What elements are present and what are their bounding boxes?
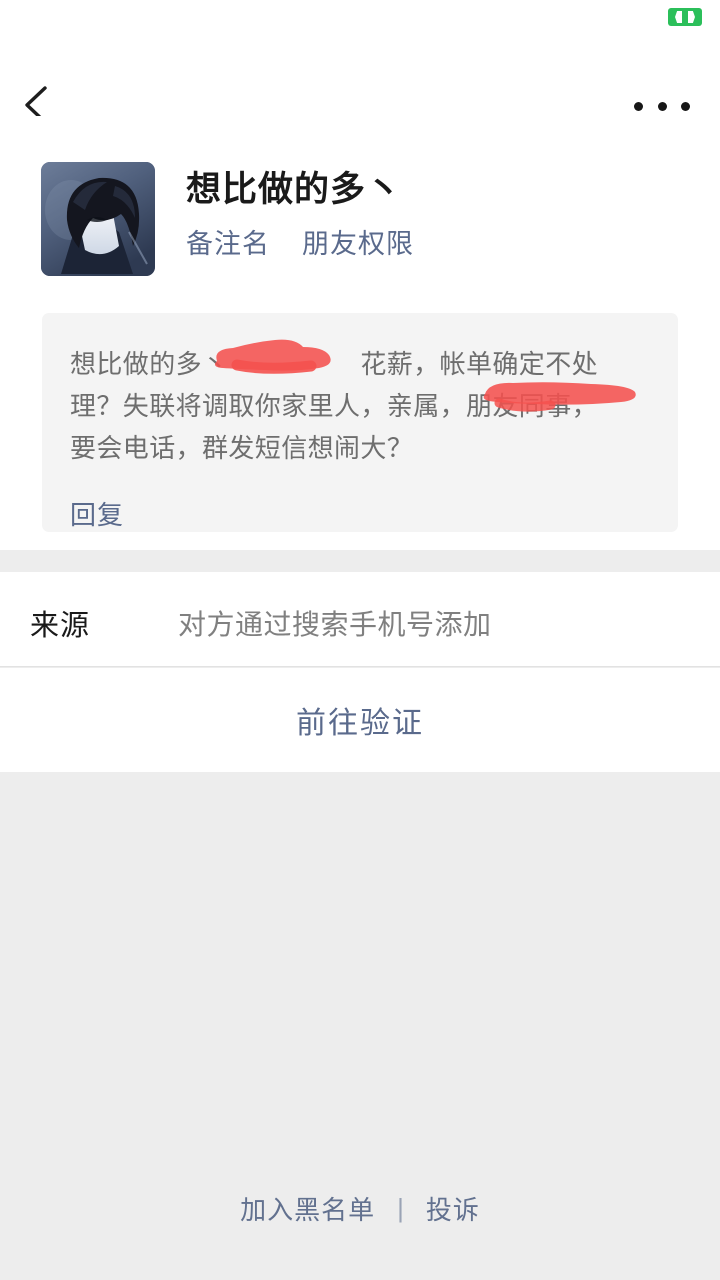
footer-actions: 加入黑名单 | 投诉 [0, 1190, 720, 1227]
remark-name-link[interactable]: 备注名 [186, 224, 270, 264]
go-verify-button[interactable]: 前往验证 [0, 668, 720, 772]
source-label: 来源 [30, 610, 91, 642]
friend-permission-link[interactable]: 朋友权限 [302, 224, 414, 264]
battery-charging-icon [668, 8, 702, 26]
footer-separator: | [397, 1193, 404, 1223]
message-text: 想比做的多丶 花薪，帐单确定不处理？失联将调取你家里人，亲属，朋友同事， 要会电… [70, 349, 718, 463]
source-bottom-divider [0, 666, 720, 667]
avatar[interactable] [41, 162, 155, 276]
contact-detail-screen: 想比做的多丶 备注名 朋友权限 想比做的多丶 花薪，帐单确定不处理？失联将调取你… [0, 0, 720, 1280]
add-to-blacklist-link[interactable]: 加入黑名单 [218, 1190, 397, 1227]
section-divider-band [0, 550, 720, 572]
message-card: 想比做的多丶 花薪，帐单确定不处理？失联将调取你家里人，亲属，朋友同事， 要会电… [42, 313, 718, 532]
complain-link[interactable]: 投诉 [404, 1190, 502, 1227]
status-bar [0, 0, 720, 34]
more-dot-3 [681, 101, 690, 111]
profile-section: 想比做的多丶 备注名 朋友权限 想比做的多丶 花薪，帐单确定不处理？失联将调取你… [0, 116, 720, 550]
more-dot-1 [634, 101, 643, 111]
source-row: 来源 对方通过搜索手机号添加 [0, 572, 720, 667]
reply-link[interactable]: 回复 [70, 495, 124, 532]
profile-links: 备注名 朋友权限 [186, 224, 414, 264]
more-dot-2 [657, 101, 667, 111]
anime-character-avatar [41, 162, 155, 276]
source-value: 对方通过搜索手机号添加 [178, 609, 492, 640]
page-title: 想比做的多丶 [186, 170, 403, 209]
navigation-bar [0, 34, 720, 124]
verify-row: 前往验证 [0, 668, 720, 772]
